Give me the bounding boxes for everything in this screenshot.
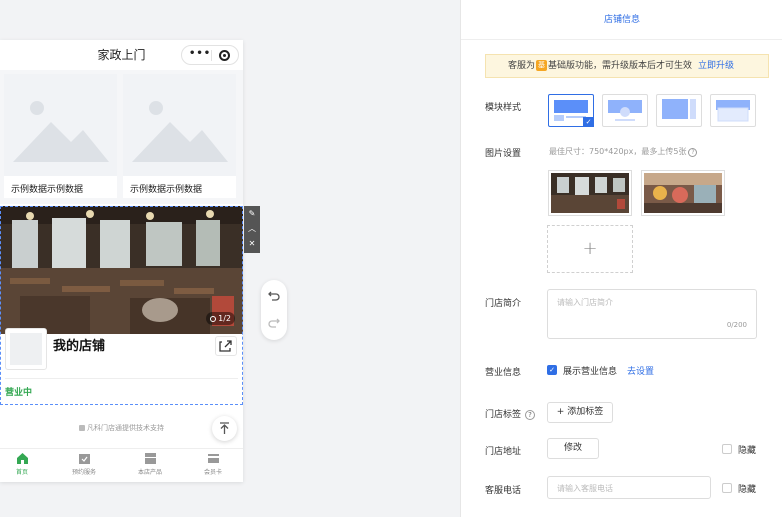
add-tag-button[interactable]: + 添加标签 — [547, 402, 613, 423]
store-avatar[interactable] — [5, 328, 47, 370]
redo-icon[interactable] — [267, 316, 281, 330]
phone-placeholder: 请输入客服电话 — [557, 484, 613, 493]
hide-phone-checkbox[interactable] — [722, 483, 732, 493]
modify-address-button[interactable]: 修改 — [547, 438, 599, 459]
arrow-up-icon — [220, 422, 229, 434]
show-business-text: 展示营业信息 — [563, 367, 618, 377]
panel-title: 店铺信息 — [461, 0, 782, 40]
business-info-label: 营业信息 — [485, 368, 522, 378]
check-icon: ✓ — [583, 117, 594, 127]
image-placeholder-icon — [4, 74, 117, 176]
intro-placeholder: 请输入门店简介 — [557, 298, 613, 307]
business-settings-link[interactable]: 去设置 — [627, 364, 654, 377]
service-phone-input[interactable]: 请输入客服电话 — [547, 476, 711, 499]
hide-phone-label: 隐藏 — [738, 485, 757, 495]
store-info-block: 我的店铺 营业中 — [0, 328, 243, 406]
share-button[interactable] — [215, 336, 237, 356]
sample-grid: 示例数据示例数据 示例数据示例数据 — [0, 70, 243, 204]
open-status: 营业中 — [5, 388, 33, 398]
tech-support: 凡科门店通提供技术支持 — [0, 423, 243, 433]
image-thumb-1[interactable] — [548, 170, 632, 216]
product-icon — [144, 453, 156, 464]
photo-icon — [210, 316, 217, 322]
help-icon[interactable]: ? — [525, 410, 536, 420]
capsule-divider — [211, 50, 212, 61]
sample-card[interactable]: 示例数据示例数据 — [123, 74, 236, 198]
phone-preview: 家政上门 ••• 示例数据示例数据 示例数据示例数据 1/2 我的店铺 营业中 … — [0, 40, 243, 482]
help-icon[interactable]: ? — [688, 148, 698, 157]
show-business-checkbox[interactable]: ✓ — [547, 365, 557, 375]
tab-home[interactable]: 首页 — [0, 452, 52, 482]
module-toolbar: ✎ ︿ ✕ — [244, 206, 260, 253]
hide-address-checkbox[interactable] — [722, 444, 732, 454]
tab-bar: 首页 预约服务 本店产品 会员卡 — [0, 448, 243, 482]
basic-badge: 基 — [536, 60, 548, 71]
tab-products[interactable]: 本店产品 — [120, 452, 180, 482]
home-icon — [16, 453, 28, 464]
settings-panel: 店铺信息 客服为基基础版功能，需升级版本后才可生效 立即升级 模块样式 ✓ 图片设… — [460, 0, 782, 517]
member-card-icon — [207, 454, 219, 463]
char-counter: 0/200 — [726, 321, 747, 329]
style-option-3[interactable] — [656, 94, 702, 127]
mini-program-capsule[interactable]: ••• — [181, 45, 239, 65]
add-image-button[interactable]: + — [547, 225, 633, 273]
style-option-1[interactable]: ✓ — [548, 94, 594, 127]
sample-card[interactable]: 示例数据示例数据 — [4, 74, 117, 198]
store-tags-label: 门店标签? — [485, 407, 536, 420]
history-controls — [261, 280, 287, 340]
service-phone-label: 客服电话 — [485, 486, 522, 496]
store-name: 我的店铺 — [53, 339, 106, 354]
upgrade-notice: 客服为基基础版功能，需升级版本后才可生效 立即升级 — [485, 54, 769, 78]
module-style-label: 模块样式 — [485, 103, 522, 113]
style-option-2[interactable] — [602, 94, 648, 127]
upgrade-link[interactable]: 立即升级 — [698, 61, 734, 71]
more-icon[interactable]: ••• — [189, 48, 211, 59]
image-thumb-2[interactable] — [641, 170, 725, 216]
tab-member-card[interactable]: 会员卡 — [183, 452, 243, 482]
style-option-4[interactable] — [710, 94, 756, 127]
image-placeholder-icon — [123, 74, 236, 176]
calendar-check-icon — [78, 454, 90, 464]
store-banner-image[interactable]: 1/2 — [0, 206, 243, 334]
tab-booking[interactable]: 预约服务 — [54, 452, 114, 482]
store-logo-placeholder-icon — [10, 333, 42, 365]
divider — [5, 378, 238, 379]
intro-label: 门店简介 — [485, 299, 522, 309]
brand-icon — [79, 425, 85, 431]
banner-counter: 1/2 — [206, 312, 235, 325]
image-settings-label: 图片设置 — [485, 149, 522, 159]
image-size-hint: 最佳尺寸：750*420px，最多上传5张? — [549, 146, 698, 157]
hide-address-label: 隐藏 — [738, 446, 757, 456]
back-to-top-button[interactable] — [212, 416, 237, 441]
share-icon — [219, 340, 232, 352]
address-label: 门店地址 — [485, 447, 522, 457]
store-intro-textarea[interactable]: 请输入门店简介 0/200 — [547, 289, 757, 339]
undo-icon[interactable] — [267, 289, 281, 303]
card-caption: 示例数据示例数据 — [11, 185, 84, 195]
close-icon[interactable]: ✕ — [244, 236, 260, 251]
edit-icon[interactable]: ✎ — [244, 206, 260, 221]
card-caption: 示例数据示例数据 — [130, 185, 203, 195]
move-up-icon[interactable]: ︿ — [244, 221, 260, 236]
phone-header: 家政上门 ••• — [0, 40, 243, 70]
close-target-icon[interactable] — [219, 50, 230, 61]
